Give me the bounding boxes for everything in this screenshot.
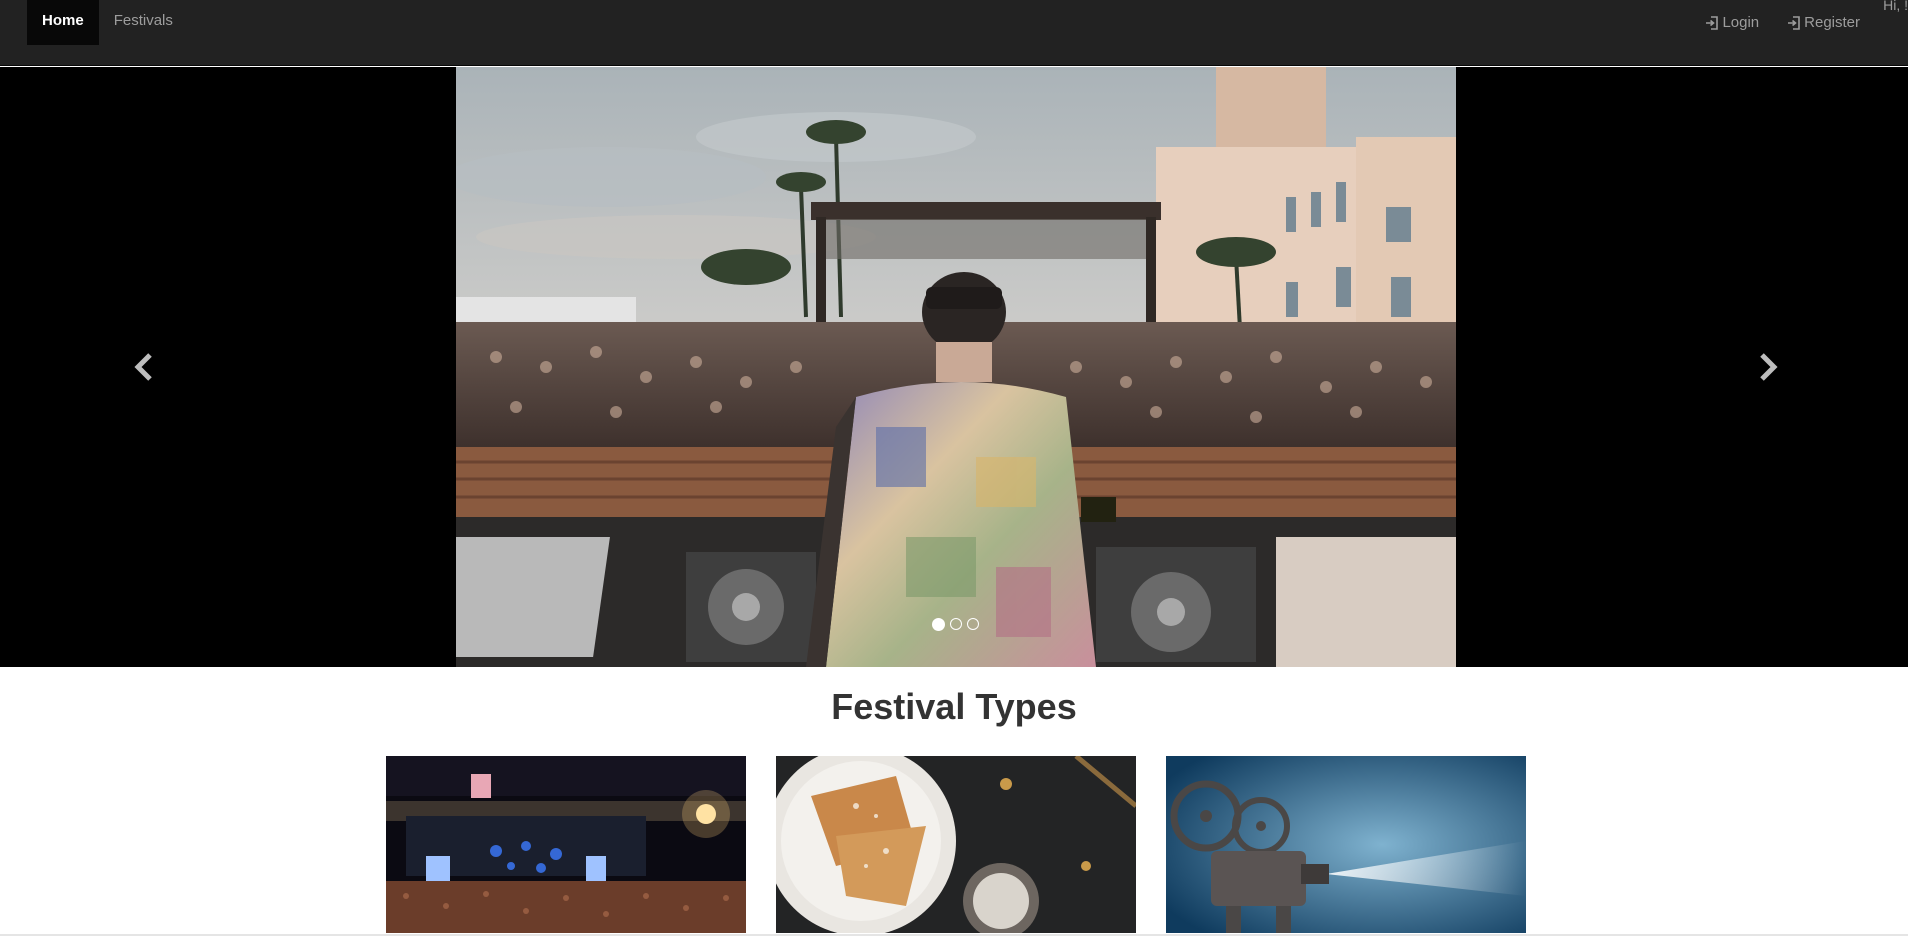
section-title: Festival Types: [831, 686, 1077, 727]
festival-type-card-film[interactable]: [1166, 756, 1526, 933]
concert-stage-image: [386, 756, 746, 933]
chevron-right-icon: [1760, 353, 1778, 381]
festival-type-card-food[interactable]: [776, 756, 1136, 933]
dj-festival-photo: [456, 67, 1456, 667]
festival-type-card-music[interactable]: [386, 756, 746, 933]
carousel-next-button[interactable]: [1749, 347, 1789, 387]
chevron-left-icon: [134, 353, 152, 381]
film-projector-image: [1166, 756, 1526, 933]
hero-carousel: [0, 67, 1908, 667]
log-in-icon: [1706, 15, 1719, 30]
nav-festivals-link[interactable]: Festivals: [99, 0, 188, 45]
nav-right-group: Login Register: [1691, 0, 1874, 45]
register-label: Register: [1804, 13, 1860, 31]
carousel-indicator-2[interactable]: [950, 618, 962, 630]
nav-home-link[interactable]: Home: [27, 0, 99, 45]
carousel-slide-image: [456, 67, 1456, 667]
carousel-prev-button[interactable]: [123, 347, 163, 387]
food-pastry-image: [776, 756, 1136, 933]
carousel-indicator-3[interactable]: [967, 618, 979, 630]
login-link[interactable]: Login: [1691, 0, 1773, 45]
carousel-indicators: [932, 617, 979, 631]
top-navbar: Home Festivals Login Register Hi, !: [0, 0, 1908, 66]
nav-left-group: Home Festivals: [27, 0, 188, 45]
login-label: Login: [1722, 13, 1760, 31]
register-link[interactable]: Register: [1773, 0, 1874, 45]
user-greeting: Hi, !: [1883, 0, 1908, 13]
carousel-indicator-1[interactable]: [932, 617, 945, 631]
log-in-icon: [1788, 15, 1800, 30]
